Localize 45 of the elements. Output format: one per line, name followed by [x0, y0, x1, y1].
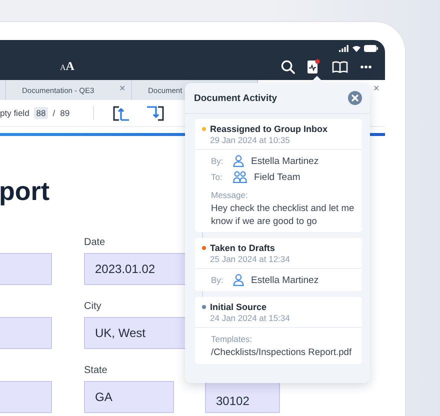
detail-value: Estella Martinez [251, 156, 319, 166]
field-counter-label: pty field [0, 108, 30, 118]
more-icon[interactable] [360, 64, 372, 68]
total-field-count: 89 [60, 108, 70, 118]
detail-label: To: [211, 172, 224, 182]
close-icon[interactable] [348, 91, 362, 105]
event-title: Taken to Drafts [210, 243, 275, 254]
detail-label: Message: [211, 190, 249, 200]
next-field-icon[interactable] [146, 106, 164, 120]
counter-separator: / [52, 108, 56, 118]
person-icon [233, 274, 244, 286]
detail-value: Field Team [254, 172, 300, 182]
field-label: State [84, 365, 108, 377]
event-date: 24 Jan 2024 at 15:34 [210, 313, 291, 324]
input-field[interactable] [0, 381, 52, 413]
group-icon [233, 171, 247, 183]
event-title: Reassigned to Group Inbox [210, 124, 328, 134]
event-title: Initial Source [210, 302, 267, 312]
input-field[interactable]: GA [84, 381, 174, 413]
detail-value: Estella Martinez [251, 274, 319, 286]
search-icon[interactable] [281, 60, 295, 74]
detail-label: By: [211, 275, 224, 286]
input-field[interactable] [0, 317, 52, 349]
battery-icon [364, 45, 378, 52]
field-label: City [84, 301, 102, 313]
close-tab-icon[interactable]: ✕ [373, 84, 380, 93]
detail-text: Hey check the checklist and let me know if we are good to go [211, 202, 356, 228]
font-size-button[interactable]: AA [60, 59, 74, 74]
previous-field-icon[interactable] [112, 106, 131, 120]
field-label: Date [84, 237, 106, 249]
book-icon[interactable] [332, 60, 348, 72]
person-icon [233, 155, 244, 167]
current-field-number: 88 [34, 107, 48, 119]
input-field[interactable] [0, 253, 52, 285]
event-date: 29 Jan 2024 at 10:35 [210, 135, 291, 145]
wifi-icon [352, 45, 361, 52]
event-date: 25 Jan 2024 at 12:34 [210, 254, 291, 264]
signal-icon [339, 45, 349, 52]
document-activity-icon[interactable] [307, 59, 320, 74]
popover-title: Document Activity [194, 92, 278, 104]
detail-label: Templates: [211, 334, 254, 344]
detail-text: /Checklists/Inspections Report.pdf [211, 346, 353, 359]
report-title: port [0, 176, 50, 206]
input-field[interactable]: 30102 [205, 381, 280, 413]
detail-label: By: [211, 156, 224, 166]
